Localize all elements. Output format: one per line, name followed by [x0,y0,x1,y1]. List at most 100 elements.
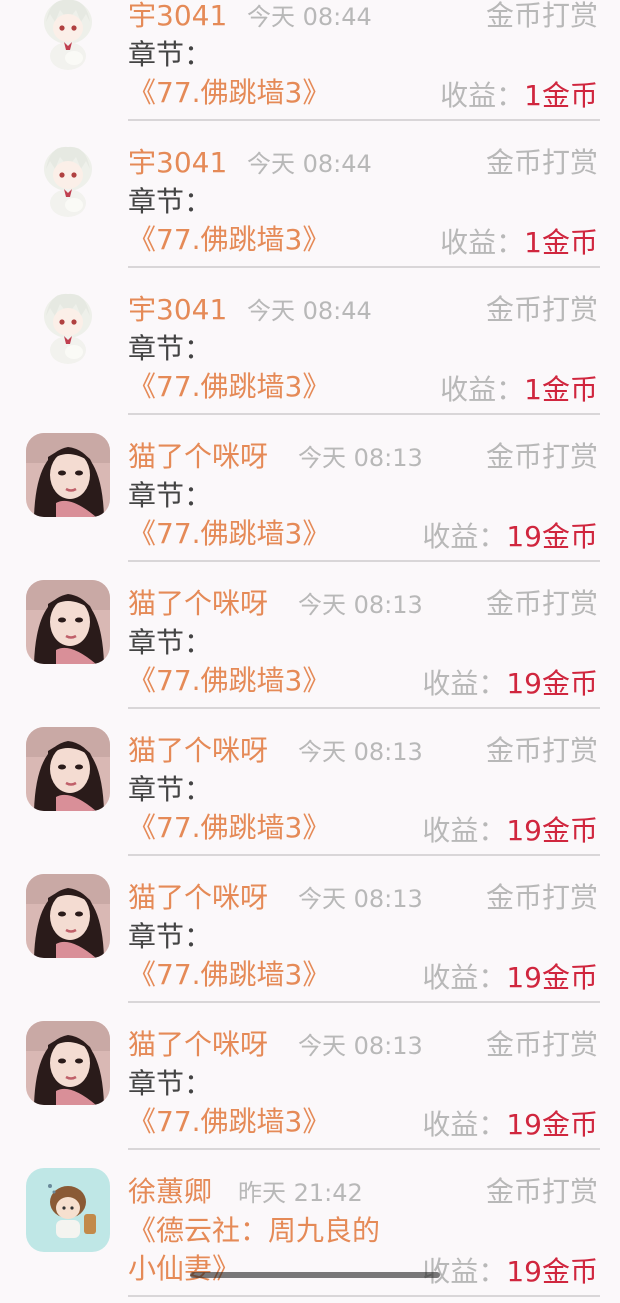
woman-photo-avatar[interactable] [26,580,110,664]
woman-photo-avatar[interactable] [26,433,110,517]
reward-item[interactable]: 猫了个咪呀 今天 08:13 金币打赏章节： 《77.佛跳墙3》 收益：19金币 [0,421,620,568]
chapter-title[interactable]: 《77.佛跳墙3》 [128,811,330,844]
chapter-label: 章节： [128,479,213,512]
woman-photo-avatar-image [26,580,110,664]
anime-girl-avatar[interactable] [26,139,110,223]
woman-photo-avatar[interactable] [26,874,110,958]
woman-photo-avatar-image [26,433,110,517]
divider [128,560,600,562]
chapter-label: 章节： [128,920,213,953]
user-name[interactable]: 宇3041 [128,141,227,181]
income-line: 收益：19金币 [422,662,598,702]
anime-girl-avatar-image [26,139,110,223]
reward-item[interactable]: 猫了个咪呀 今天 08:13 金币打赏章节： 《77.佛跳墙3》 收益：19金币 [0,1009,620,1156]
income-label: 收益： [422,520,507,553]
reward-time: 今天 08:44 [247,150,372,178]
chapter-line: 章节： 《77.佛跳墙3》 [128,771,398,847]
income-label: 收益： [440,79,525,112]
reward-item[interactable]: 猫了个咪呀 今天 08:13 金币打赏章节： 《77.佛跳墙3》 收益：19金币 [0,715,620,862]
chapter-label: 章节： [128,626,213,659]
income-amount: 1金币 [524,373,598,406]
reward-type: 金币打赏 [485,734,598,767]
reward-type: 金币打赏 [485,146,598,179]
income-amount: 19金币 [506,961,598,994]
anime-girl-avatar-image [26,0,110,76]
divider [128,119,600,121]
income-label: 收益： [422,961,507,994]
chapter-line: 章节： 《77.佛跳墙3》 [128,477,398,553]
divider [128,854,600,856]
woman-photo-avatar-image [26,874,110,958]
reward-time: 今天 08:13 [298,1032,423,1060]
chapter-title[interactable]: 《77.佛跳墙3》 [128,370,330,403]
anime-girl-avatar-image [26,286,110,370]
cartoon-girl-avatar-image [26,1168,110,1252]
woman-photo-avatar-image [26,1021,110,1105]
woman-photo-avatar[interactable] [26,727,110,811]
income-amount: 19金币 [506,667,598,700]
chapter-title[interactable]: 《77.佛跳墙3》 [128,223,330,256]
user-name[interactable]: 猫了个咪呀 [128,1023,268,1063]
chapter-title[interactable]: 《77.佛跳墙3》 [128,517,330,550]
chapter-title[interactable]: 《77.佛跳墙3》 [128,958,330,991]
user-name[interactable]: 徐蕙卿 [128,1170,212,1210]
anime-girl-avatar[interactable] [26,0,110,76]
chapter-label: 章节： [128,332,213,365]
chapter-title[interactable]: 《77.佛跳墙3》 [128,1105,330,1138]
home-indicator [190,1272,440,1278]
reward-type: 金币打赏 [485,440,598,473]
chapter-label: 章节： [128,773,213,806]
reward-type: 金币打赏 [485,1028,598,1061]
income-label: 收益： [422,1108,507,1141]
income-label: 收益： [440,226,525,259]
reward-time: 今天 08:13 [298,885,423,913]
reward-time: 今天 08:44 [247,3,372,31]
user-name[interactable]: 猫了个咪呀 [128,876,268,916]
reward-time: 今天 08:13 [298,591,423,619]
income-line: 收益：19金币 [422,956,598,996]
income-label: 收益： [422,814,507,847]
divider [128,413,600,415]
chapter-line: 章节： 《77.佛跳墙3》 [128,918,398,994]
divider [128,707,600,709]
chapter-label: 章节： [128,38,213,71]
reward-item[interactable]: 宇3041 今天 08:44 金币打赏章节： 《77.佛跳墙3》 收益：1金币 [0,127,620,274]
woman-photo-avatar-image [26,727,110,811]
income-label: 收益： [440,373,525,406]
reward-item[interactable]: 猫了个咪呀 今天 08:13 金币打赏章节： 《77.佛跳墙3》 收益：19金币 [0,862,620,1009]
reward-time: 今天 08:13 [298,444,423,472]
income-line: 收益：1金币 [440,74,598,114]
user-name[interactable]: 猫了个咪呀 [128,729,268,769]
reward-item[interactable]: 宇3041 今天 08:44 金币打赏 章节： 《77.佛跳墙3》 收益：1金币 [0,274,620,421]
divider [128,266,600,268]
user-name[interactable]: 宇3041 [128,0,227,34]
reward-time: 今天 08:13 [298,738,423,766]
income-amount: 1金币 [524,226,598,259]
chapter-label: 章节： [128,185,213,218]
income-amount: 19金币 [506,1108,598,1141]
chapter-title[interactable]: 《77.佛跳墙3》 [128,76,330,109]
user-name[interactable]: 宇3041 [128,288,227,328]
chapter-line: 章节： 《77.佛跳墙3》 [128,330,398,406]
user-name[interactable]: 猫了个咪呀 [128,582,268,622]
income-amount: 19金币 [506,520,598,553]
reward-type: 金币打赏 [485,587,598,620]
income-amount: 19金币 [506,814,598,847]
income-line: 收益：19金币 [422,1250,598,1290]
reward-item[interactable]: 宇3041 今天 08:44 金币打赏 章节： 《77.佛跳墙3》 收益：1金币 [0,0,620,127]
reward-item[interactable]: 徐蕙卿 昨天 21:42 金币打赏 《德云社：周九良的小仙妻》 收益：19金币 [0,1156,620,1303]
woman-photo-avatar[interactable] [26,1021,110,1105]
cartoon-girl-avatar[interactable] [26,1168,110,1252]
reward-type: 金币打赏 [485,293,598,326]
chapter-label: 章节： [128,1067,213,1100]
anime-girl-avatar[interactable] [26,286,110,370]
income-label: 收益： [422,667,507,700]
reward-time: 昨天 21:42 [238,1179,363,1207]
reward-type: 金币打赏 [485,1175,598,1208]
user-name[interactable]: 猫了个咪呀 [128,435,268,475]
reward-type: 金币打赏 [485,881,598,914]
chapter-title[interactable]: 《77.佛跳墙3》 [128,664,330,697]
reward-item[interactable]: 猫了个咪呀 今天 08:13 金币打赏章节： 《77.佛跳墙3》 收益：19金币 [0,568,620,715]
chapter-line: 章节： 《77.佛跳墙3》 [128,1065,398,1141]
income-amount: 19金币 [506,1255,598,1288]
